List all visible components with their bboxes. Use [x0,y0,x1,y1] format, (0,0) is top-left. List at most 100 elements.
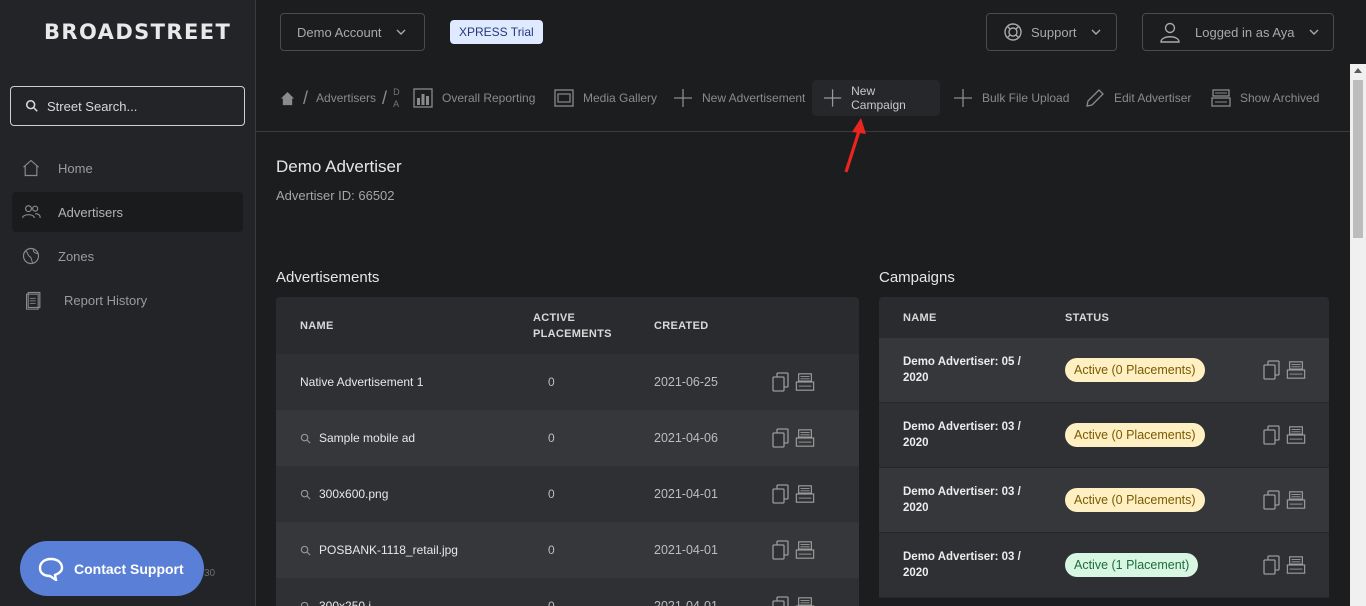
sidebar-item-advertisers[interactable]: Advertisers [12,192,243,232]
copy-icon[interactable] [1262,489,1282,511]
col-created: CREATED [654,319,709,332]
archive-icon[interactable] [1286,359,1306,381]
copy-icon[interactable] [771,427,791,449]
ad-created: 2021-04-06 [654,431,718,445]
ad-name[interactable]: Native Advertisement 1 [276,375,533,389]
version-text: 30 [204,568,216,579]
chevron-down-icon [1309,29,1319,35]
gallery-icon [554,89,574,107]
table-row[interactable]: Demo Advertiser: 05 /2020 Active (0 Place… [879,338,1329,403]
archive-icon[interactable] [795,539,815,561]
breadcrumb-current[interactable]: D A [393,86,400,110]
advertiser-toolbar: / Advertisers / D A Overall Reporting Me… [256,64,1350,132]
breadcrumb-separator: / [303,87,309,108]
table-row[interactable]: Demo Advertiser: 03 /2020 Active (0 Place… [879,403,1329,468]
contact-support-label: Contact Support [74,560,184,577]
archive-icon[interactable] [795,483,815,505]
home-icon[interactable] [280,91,295,106]
table-row[interactable]: POSBANK-1118_retail.jpg 0 2021-04-01 [276,522,859,578]
plus-icon [954,89,972,107]
advertisements-table: NAME ACTIVE PLACEMENTS CREATED Native Ad… [276,297,859,606]
copy-icon[interactable] [771,539,791,561]
advertiser-name: Demo Advertiser [276,157,402,176]
support-label: Support [1031,24,1077,40]
table-row[interactable]: Demo Advertiser: 03 /2020 Active (1 Place… [879,533,1329,598]
archive-icon[interactable] [795,595,815,606]
campaign-name[interactable]: Demo Advertiser: 03 /2020 [879,484,1065,516]
archive-icon [1211,89,1231,107]
campaign-rows: Demo Advertiser: 05 /2020 Active (0 Place… [879,338,1329,598]
copy-icon[interactable] [771,483,791,505]
status-badge: Active (1 Placement) [1065,553,1199,577]
table-row[interactable]: Sample mobile ad 0 2021-04-06 [276,410,859,466]
edit-advertiser-button[interactable]: Edit Advertiser [1074,80,1201,116]
row-actions [1262,489,1310,511]
breadcrumb-advertisers[interactable]: Advertisers [316,91,376,105]
support-dropdown[interactable]: Support [986,13,1117,51]
archive-icon[interactable] [1286,554,1306,576]
scroll-up-arrow[interactable] [1354,68,1362,73]
table-row[interactable]: 300x600.png 0 2021-04-01 [276,466,859,522]
street-search-input[interactable] [47,98,227,114]
ad-created: 2021-04-01 [654,487,718,501]
user-menu-dropdown[interactable]: Logged in as Aya [1142,13,1334,51]
bulk-file-upload-label: Bulk File Upload [982,91,1070,105]
copy-icon[interactable] [771,595,791,606]
archive-icon[interactable] [795,427,815,449]
copy-icon[interactable] [1262,554,1282,576]
pencil-icon [1086,89,1104,107]
ad-name[interactable]: 300x250.j [276,599,533,606]
sidebar-nav: Home Advertisers Zones Report History [12,148,243,324]
ad-name[interactable]: Sample mobile ad [276,431,533,445]
archive-icon[interactable] [1286,424,1306,446]
archive-icon[interactable] [795,371,815,393]
ad-placements: 0 [548,375,555,389]
archive-icon[interactable] [1286,489,1306,511]
campaign-name[interactable]: Demo Advertiser: 03 /2020 [879,549,1065,581]
copy-icon[interactable] [771,371,791,393]
plus-icon [823,89,842,107]
col-status: STATUS [1065,311,1110,324]
table-header: NAME ACTIVE PLACEMENTS CREATED [276,297,859,354]
bulk-file-upload-button[interactable]: Bulk File Upload [942,80,1079,116]
campaign-name[interactable]: Demo Advertiser: 05 /2020 [879,354,1065,386]
copy-icon[interactable] [1262,359,1282,381]
copy-icon[interactable] [1262,424,1282,446]
search-icon [25,99,38,112]
campaign-name[interactable]: Demo Advertiser: 03 /2020 [879,419,1065,451]
row-actions [771,595,819,606]
top-bar: Demo Account XPRESS Trial Support Logged… [256,0,1366,64]
ad-name[interactable]: 300x600.png [276,487,533,501]
page-scrollbar[interactable] [1350,64,1366,606]
account-dropdown[interactable]: Demo Account [280,13,425,51]
table-row[interactable]: Native Advertisement 1 0 2021-06-25 [276,354,859,410]
sidebar-item-zones[interactable]: Zones [12,236,243,276]
row-actions [1262,554,1310,576]
street-search[interactable] [10,86,245,126]
show-archived-label: Show Archived [1240,91,1320,105]
plus-icon [674,89,692,107]
chevron-down-icon [1091,29,1101,35]
overall-reporting-button[interactable]: Overall Reporting [402,80,545,116]
sidebar-item-home[interactable]: Home [12,148,243,188]
users-icon [22,205,41,219]
row-actions [771,483,819,505]
col-name: NAME [300,319,334,332]
col-active-placements: ACTIVE PLACEMENTS [533,311,612,340]
sidebar-item-label: Advertisers [58,204,124,220]
status-badge: Active (0 Placements) [1065,423,1205,447]
sidebar-item-report-history[interactable]: Report History [12,280,243,320]
ad-name[interactable]: POSBANK-1118_retail.jpg [276,543,533,557]
table-header: NAME STATUS [879,297,1329,338]
lifebuoy-icon [1004,23,1022,41]
table-row[interactable]: Demo Advertiser: 03 /2020 Active (0 Place… [879,468,1329,533]
user-icon [1160,22,1180,43]
table-row[interactable]: 300x250.j 0 2021-04-01 [276,578,859,606]
show-archived-button[interactable]: Show Archived [1200,80,1329,116]
new-advertisement-button[interactable]: New Advertisement [662,80,815,116]
contact-support-button[interactable]: Contact Support [20,541,204,596]
scroll-thumb[interactable] [1353,80,1363,238]
brand-logo[interactable]: BROADSTREET [44,20,231,44]
media-gallery-button[interactable]: Media Gallery [543,80,667,116]
new-campaign-button[interactable]: New Campaign [812,80,940,116]
